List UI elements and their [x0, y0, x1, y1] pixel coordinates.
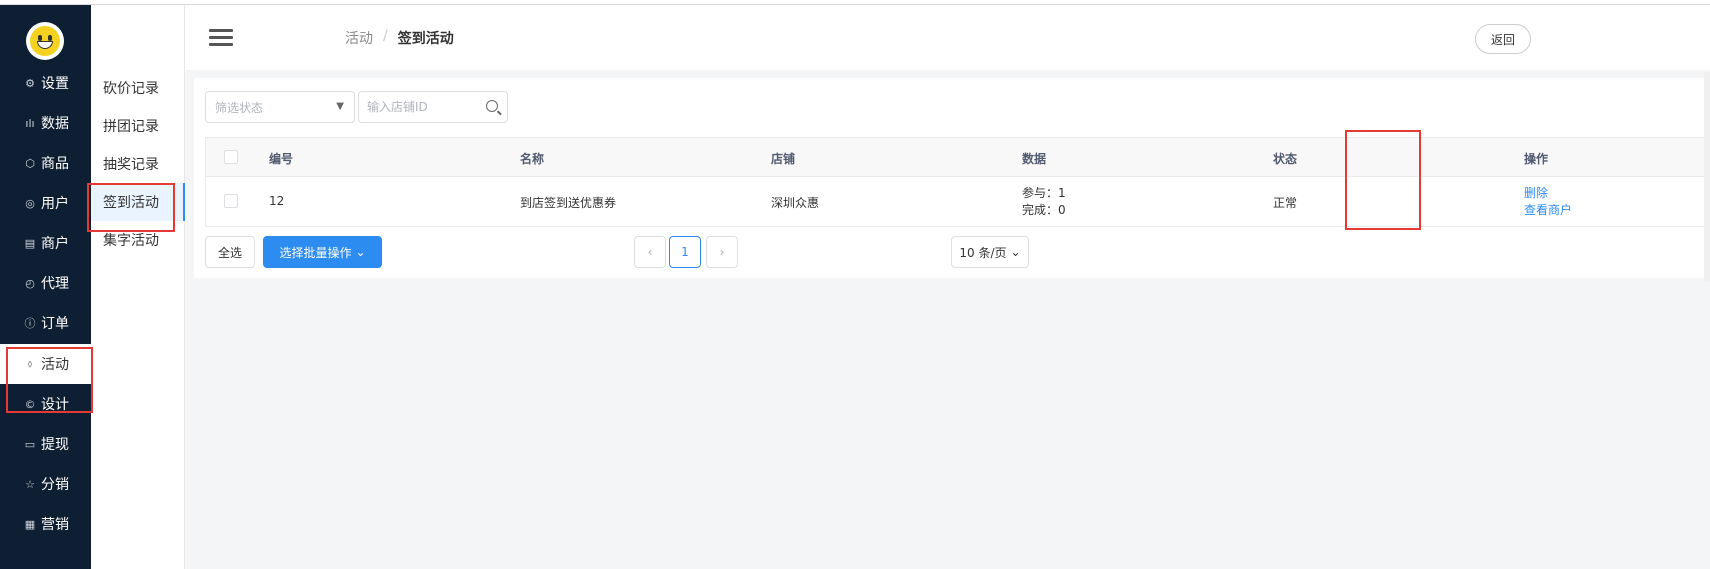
sidebar-item-design[interactable]: © 设计: [0, 384, 91, 424]
row-name: 到店签到送优惠券: [520, 196, 617, 210]
page-header: 活动 / 签到活动 返回: [185, 5, 1710, 70]
sidebar-item-products[interactable]: ⬡ 商品: [0, 143, 91, 183]
header-name: 名称: [520, 152, 545, 166]
sidebar-item-orders[interactable]: ⓘ 订单: [0, 303, 91, 343]
view-merchant-link[interactable]: 查看商户: [1524, 202, 1572, 219]
main-sidebar: ⚙ 设置 ılı 数据 ⬡ 商品 ◎ 用户 ▤ 商户 ◴ 代理 ⓘ 订单 ⬨ 活动 © 设计 ▭ 提…: [0, 5, 91, 569]
row-shop: 深圳众惠: [771, 196, 820, 210]
back-button[interactable]: 返回: [1475, 24, 1531, 54]
bar-chart-icon: ılı: [25, 116, 35, 130]
next-page-button[interactable]: ›: [706, 236, 738, 268]
menu-toggle-icon[interactable]: [209, 29, 233, 46]
page-size-label: 10 条/页: [959, 245, 1007, 260]
sidebar-item-merchants[interactable]: ▤ 商户: [0, 223, 91, 263]
sidebar-item-data[interactable]: ılı 数据: [0, 103, 91, 143]
chevron-left-icon: ‹: [647, 245, 653, 259]
prev-page-button[interactable]: ‹: [634, 236, 666, 268]
user-icon: ◎: [25, 196, 35, 210]
header-status: 状态: [1273, 152, 1298, 166]
breadcrumb: 活动 / 签到活动: [345, 28, 454, 48]
shop-id-search: [358, 91, 508, 123]
header-data: 数据: [1022, 152, 1047, 166]
logo[interactable]: [26, 22, 64, 60]
chevron-right-icon: ›: [719, 245, 725, 259]
row-data-join: 参与：1: [1022, 186, 1066, 200]
header-shop: 店铺: [771, 152, 796, 166]
row-ops: 删除 查看商户: [1524, 185, 1572, 219]
subnav-item-checkin-activity[interactable]: 签到活动: [91, 183, 185, 221]
sidebar-item-users[interactable]: ◎ 用户: [0, 183, 91, 223]
breadcrumb-current: 签到活动: [397, 31, 454, 47]
info-icon: ⓘ: [24, 317, 36, 330]
header-id: 编号: [269, 152, 294, 166]
page-size-select[interactable]: 10 条/页 ⌄: [951, 236, 1029, 268]
sidebar-item-distribution[interactable]: ☆ 分销: [0, 464, 91, 504]
row-data-done: 完成：0: [1022, 203, 1066, 217]
activity-table: 编号 名称 店铺 数据 状态 操作 12 到店签到送优惠券 深圳众惠 参与：1 …: [205, 137, 1710, 227]
row-id: 12: [269, 194, 285, 208]
breadcrumb-parent[interactable]: 活动: [345, 28, 373, 48]
page-number-button[interactable]: 1: [669, 236, 701, 268]
gear-icon: ⚙: [25, 76, 35, 90]
clock-icon: ◴: [25, 276, 35, 290]
sidebar-item-activities[interactable]: ⬨ 活动: [0, 344, 91, 384]
status-filter-select[interactable]: 筛选状态 ▼: [205, 91, 355, 123]
row-checkbox[interactable]: [224, 194, 238, 208]
smiley-icon: [30, 26, 60, 56]
sidebar-item-settings[interactable]: ⚙ 设置: [0, 63, 91, 103]
subnav-item-group-records[interactable]: 拼团记录: [91, 107, 185, 145]
sidebar-item-agents[interactable]: ◴ 代理: [0, 263, 91, 303]
table-header: 编号 名称 店铺 数据 状态 操作: [206, 138, 1710, 177]
chevron-down-icon: ⌄: [355, 245, 366, 259]
copyright-icon: ©: [24, 397, 36, 411]
shop-id-input[interactable]: [359, 92, 474, 122]
select-all-button[interactable]: 全选: [205, 236, 255, 268]
vertical-scrollbar[interactable]: [1704, 72, 1710, 282]
subnav-item-word-collect-activity[interactable]: 集字活动: [91, 221, 185, 259]
subnav-item-bargain-records[interactable]: 砍价记录: [91, 69, 185, 107]
batch-action-label: 选择批量操作: [279, 245, 352, 260]
status-filter-placeholder: 筛选状态: [215, 100, 264, 115]
star-icon: ☆: [25, 477, 35, 491]
chevron-down-icon: ▼: [336, 101, 344, 112]
sidebar-item-marketing[interactable]: ▦ 营销: [0, 504, 91, 544]
breadcrumb-separator: /: [383, 28, 388, 44]
batch-action-button[interactable]: 选择批量操作 ⌄: [263, 236, 382, 268]
chevron-down-icon: ⌄: [1010, 245, 1021, 259]
card-icon: ▭: [24, 437, 36, 451]
store-icon: ▤: [24, 236, 36, 250]
box-icon: ⬡: [25, 156, 35, 170]
subnav-item-lottery-records[interactable]: 抽奖记录: [91, 145, 185, 183]
table-row: 12 到店签到送优惠券 深圳众惠 参与：1 完成：0 正常 删除 查看商户: [206, 177, 1710, 226]
sidebar-item-withdraw[interactable]: ▭ 提现: [0, 424, 91, 464]
select-all-checkbox[interactable]: [224, 150, 238, 164]
search-icon[interactable]: [486, 100, 498, 112]
content-panel: 筛选状态 ▼ 编号 名称 店铺 数据 状态 操作 12 到店签到送优惠券 深圳众…: [194, 78, 1710, 278]
row-data: 参与：1 完成：0: [1022, 185, 1066, 219]
tag-icon: ⬨: [27, 357, 33, 370]
header-ops: 操作: [1524, 152, 1549, 166]
delete-link[interactable]: 删除: [1524, 185, 1572, 202]
row-status: 正常: [1273, 196, 1298, 210]
grid-icon: ▦: [24, 517, 36, 531]
sub-sidebar: 砍价记录 拼团记录 抽奖记录 签到活动 集字活动: [91, 5, 185, 569]
